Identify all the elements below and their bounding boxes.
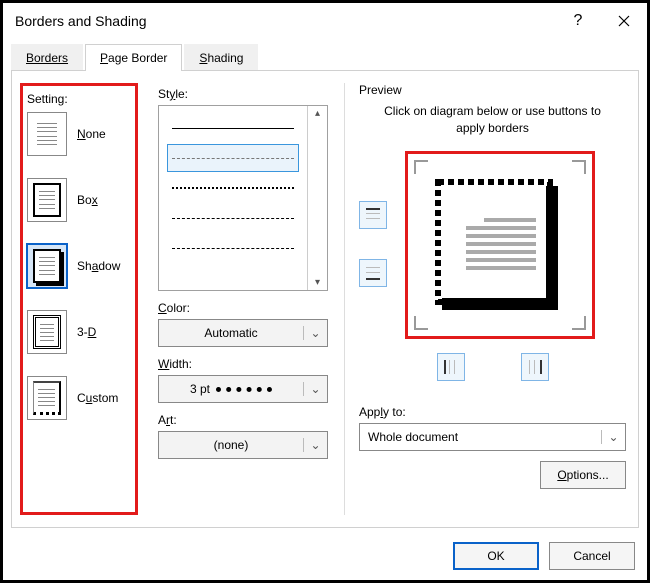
options-button[interactable]: Options... [540, 461, 626, 489]
art-label: Art: [158, 413, 328, 427]
setting-none[interactable]: None [27, 112, 131, 156]
corner-icon [572, 316, 586, 330]
setting-none-icon [27, 112, 67, 156]
apply-to-value: Whole document [360, 430, 601, 444]
setting-box-icon [27, 178, 67, 222]
ok-button[interactable]: OK [453, 542, 539, 570]
close-icon [618, 15, 630, 27]
apply-to-combo[interactable]: Whole document ⌄ [359, 423, 626, 451]
close-button[interactable] [601, 3, 647, 39]
style-scrollbar[interactable]: ▴ ▾ [307, 106, 327, 290]
help-button[interactable]: ? [555, 3, 601, 39]
setting-label: Setting: [27, 92, 131, 106]
style-item-dotted[interactable] [167, 174, 299, 202]
color-value: Automatic [159, 326, 303, 340]
chevron-down-icon: ⌄ [601, 430, 625, 444]
tab-borders[interactable]: Borders [11, 44, 83, 71]
corner-icon [414, 160, 428, 174]
border-left-button[interactable] [437, 353, 465, 381]
style-item-dashed-dense[interactable] [167, 234, 299, 262]
style-item-dashed[interactable] [167, 204, 299, 232]
style-label: Style: [158, 87, 328, 101]
preview-stage [359, 145, 626, 345]
color-label: Color: [158, 301, 328, 315]
setting-3d[interactable]: 3-D [27, 310, 131, 354]
titlebar: Borders and Shading ? [3, 3, 647, 39]
style-item-dashed-long[interactable] [167, 144, 299, 172]
setting-shadow[interactable]: Shadow [27, 244, 131, 288]
cancel-button[interactable]: Cancel [549, 542, 635, 570]
setting-custom[interactable]: Custom [27, 376, 131, 420]
page-preview[interactable] [434, 178, 562, 314]
width-combo[interactable]: 3 pt ⌄ [158, 375, 328, 403]
art-value: (none) [159, 438, 303, 452]
corner-icon [572, 160, 586, 174]
chevron-down-icon: ⌄ [303, 326, 327, 340]
preview-label: Preview [359, 83, 626, 97]
color-combo[interactable]: Automatic ⌄ [158, 319, 328, 347]
dialog-body: Setting: None Box Shadow [11, 70, 639, 528]
art-combo[interactable]: (none) ⌄ [158, 431, 328, 459]
apply-to-label: Apply to: [359, 405, 626, 419]
corner-icon [414, 316, 428, 330]
scroll-down-icon[interactable]: ▾ [315, 277, 320, 288]
borders-shading-dialog: Borders and Shading ? Borders Page Borde… [0, 0, 650, 583]
setting-group: Setting: None Box Shadow [20, 83, 138, 515]
setting-box[interactable]: Box [27, 178, 131, 222]
border-right-button[interactable] [521, 353, 549, 381]
setting-3d-icon [27, 310, 67, 354]
width-value: 3 pt [190, 382, 210, 396]
preview-group: Preview Click on diagram below or use bu… [344, 83, 626, 515]
footer-buttons: OK Cancel [453, 542, 635, 570]
style-listbox[interactable]: ▴ ▾ [158, 105, 328, 291]
setting-shadow-icon [27, 244, 67, 288]
setting-custom-icon [27, 376, 67, 420]
style-group: Style: ▴ ▾ Color: Automatic ⌄ W [158, 83, 328, 515]
tab-page-border[interactable]: Page Border [85, 44, 182, 71]
chevron-down-icon: ⌄ [303, 438, 327, 452]
border-top-button[interactable] [359, 201, 387, 229]
tab-shading[interactable]: Shading [184, 44, 258, 71]
tab-strip: Borders Page Border Shading [3, 43, 647, 70]
apply-to-field: Apply to: Whole document ⌄ [359, 405, 626, 451]
preview-highlight [405, 151, 595, 339]
chevron-down-icon: ⌄ [303, 382, 327, 396]
paragraph-icon [466, 214, 536, 274]
preview-hint: Click on diagram below or use buttons to… [373, 103, 612, 137]
width-label: Width: [158, 357, 328, 371]
border-bottom-button[interactable] [359, 259, 387, 287]
dialog-title: Borders and Shading [15, 13, 555, 29]
scroll-up-icon[interactable]: ▴ [315, 108, 320, 119]
width-preview-icon [216, 387, 272, 392]
style-item-solid[interactable] [167, 114, 299, 142]
